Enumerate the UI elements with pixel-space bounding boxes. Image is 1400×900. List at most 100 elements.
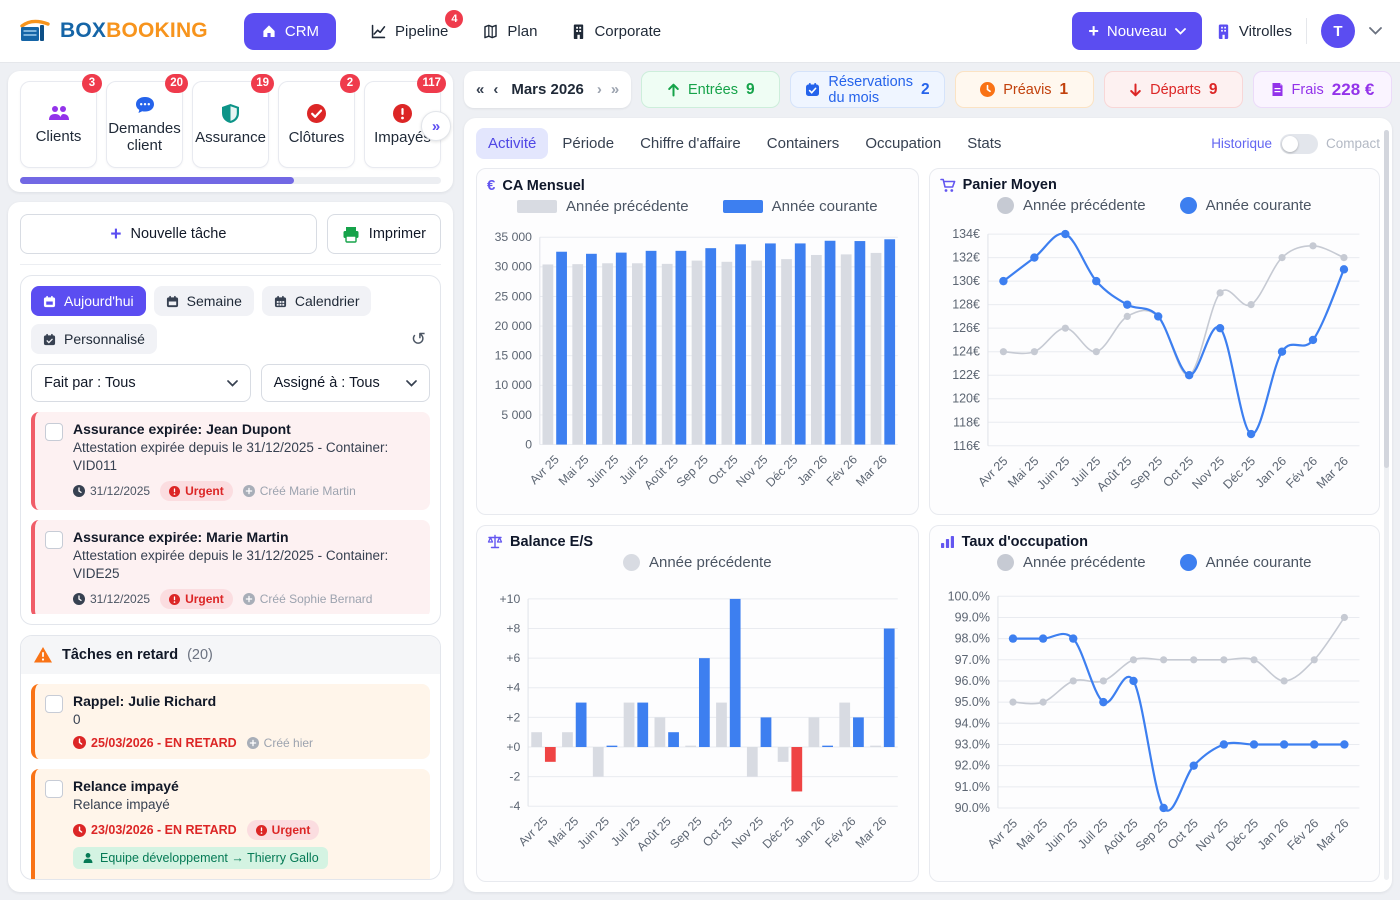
plus-icon: + bbox=[1088, 21, 1099, 42]
history-icon[interactable]: ↺ bbox=[411, 330, 426, 348]
alert-circle-icon bbox=[392, 103, 413, 124]
svg-text:Fév 26: Fév 26 bbox=[1284, 816, 1321, 853]
logo-text-box: BOX bbox=[60, 19, 106, 42]
urgent-task-list: Assurance expirée: Jean Dupont Attestati… bbox=[31, 412, 430, 614]
svg-text:Juin 25: Juin 25 bbox=[584, 452, 622, 490]
task-item[interactable]: Relance impayé Relance impayé 23/03/2026… bbox=[31, 769, 430, 880]
view-tab-aujourdhui[interactable]: Aujourd'hui bbox=[31, 286, 146, 316]
nav-item-crm[interactable]: CRM bbox=[244, 13, 336, 50]
map-icon bbox=[482, 23, 499, 40]
nav-item-corporate[interactable]: Corporate bbox=[571, 23, 661, 40]
nav-item-plan[interactable]: Plan bbox=[482, 23, 537, 40]
assurance-count-badge: 19 bbox=[251, 74, 274, 93]
boxbooking-logo[interactable]: BOXBOOKING bbox=[18, 18, 208, 44]
task-checkbox[interactable] bbox=[45, 531, 63, 549]
legend-swatch bbox=[517, 200, 557, 213]
stat-clients[interactable]: 3 Clients bbox=[20, 81, 97, 168]
print-button[interactable]: Imprimer bbox=[327, 214, 441, 254]
legend-label: Année courante bbox=[1206, 554, 1312, 571]
badge-label: Réservations du mois bbox=[828, 74, 913, 106]
nav-item-pipeline[interactable]: Pipeline 4 bbox=[370, 23, 448, 40]
late-tasks-panel: Tâches en retard (20) Rappel: Julie Rich… bbox=[20, 635, 441, 880]
new-button[interactable]: + Nouveau bbox=[1072, 12, 1202, 50]
task-item[interactable]: Rappel: Julie Richard 0 25/03/2026 - EN … bbox=[31, 684, 430, 759]
tab-occupation[interactable]: Occupation bbox=[853, 128, 953, 159]
tab-periode[interactable]: Période bbox=[550, 128, 626, 159]
tab-activite[interactable]: Activité bbox=[476, 128, 548, 159]
svg-text:Nov 25: Nov 25 bbox=[1193, 816, 1231, 854]
tab-containers[interactable]: Containers bbox=[755, 128, 852, 159]
euro-icon: € bbox=[487, 177, 495, 194]
location-selector[interactable]: Vitrolles bbox=[1216, 23, 1292, 40]
dashboard-tabs: Activité Période Chiffre d'affaire Conta… bbox=[476, 128, 1380, 159]
chart-title: CA Mensuel bbox=[502, 178, 584, 194]
building-icon bbox=[571, 23, 586, 40]
prev-year-button[interactable]: « bbox=[476, 81, 484, 98]
stat-demandes-client[interactable]: 20 Demandes client bbox=[106, 81, 183, 168]
stat-label: Assurance bbox=[195, 130, 266, 147]
stats-scrollbar[interactable] bbox=[20, 177, 441, 184]
tab-chiffre-daffaire[interactable]: Chiffre d'affaire bbox=[628, 128, 753, 159]
late-task-list: Rappel: Julie Richard 0 25/03/2026 - EN … bbox=[21, 674, 440, 880]
task-item[interactable]: Assurance expirée: Jean Dupont Attestati… bbox=[31, 412, 430, 510]
reservations-badge[interactable]: Réservations du mois 2 bbox=[790, 71, 944, 108]
next-year-button[interactable]: » bbox=[611, 81, 619, 98]
check-circle-icon bbox=[306, 103, 327, 124]
account-chevron-down-icon[interactable] bbox=[1369, 27, 1382, 35]
task-checkbox[interactable] bbox=[45, 695, 63, 713]
svg-text:132€: 132€ bbox=[952, 251, 980, 265]
svg-text:Juin 25: Juin 25 bbox=[1042, 816, 1080, 854]
taux-occupation-chart: 90.0%91.0%92.0%93.0%94.0%95.0%96.0%97.0%… bbox=[940, 571, 1369, 877]
preavis-badge[interactable]: Préavis 1 bbox=[955, 71, 1094, 108]
fait-par-select[interactable]: Fait par : Tous bbox=[31, 364, 251, 402]
view-tab-semaine[interactable]: Semaine bbox=[154, 286, 254, 316]
task-created: Créé il y a 3j bbox=[73, 879, 157, 880]
view-tab-label: Aujourd'hui bbox=[64, 293, 134, 309]
svg-text:92.0%: 92.0% bbox=[954, 758, 989, 772]
departs-badge[interactable]: Départs 9 bbox=[1104, 71, 1243, 108]
svg-text:Août 25: Août 25 bbox=[1094, 454, 1134, 494]
svg-text:Fév 26: Fév 26 bbox=[1283, 454, 1320, 491]
svg-text:95.0%: 95.0% bbox=[954, 695, 989, 709]
task-date: 31/12/2025 bbox=[73, 592, 150, 606]
stats-expand-button[interactable]: » bbox=[421, 111, 451, 141]
clients-icon bbox=[46, 103, 72, 123]
stat-clotures[interactable]: 2 Clôtures bbox=[278, 81, 355, 168]
task-filters-panel: Aujourd'hui Semaine Calendrier Personnal… bbox=[20, 275, 441, 625]
calendar-check-icon bbox=[805, 82, 820, 97]
task-checkbox[interactable] bbox=[45, 780, 63, 798]
chat-icon bbox=[134, 95, 156, 115]
task-item[interactable]: Assurance expirée: Marie Martin Attestat… bbox=[31, 520, 430, 614]
task-checkbox[interactable] bbox=[45, 423, 63, 441]
task-title: Assurance expirée: Marie Martin bbox=[73, 529, 420, 545]
svg-text:5 000: 5 000 bbox=[501, 408, 532, 422]
printer-icon bbox=[342, 226, 360, 243]
historique-compact-toggle[interactable] bbox=[1280, 134, 1318, 154]
legend-item: Année précédente bbox=[997, 197, 1146, 214]
panel-scrollbar-thumb[interactable] bbox=[1384, 130, 1389, 468]
legend-swatch bbox=[1180, 197, 1197, 214]
prev-month-button[interactable]: ‹ bbox=[493, 81, 498, 98]
circle-plus-icon bbox=[243, 593, 255, 605]
frais-badge[interactable]: Frais 228 € bbox=[1253, 71, 1392, 108]
tab-stats[interactable]: Stats bbox=[955, 128, 1013, 159]
view-tab-calendrier[interactable]: Calendrier bbox=[262, 286, 372, 316]
chart-legend: Année précédenteAnnée courante bbox=[940, 554, 1369, 571]
svg-text:Avr 25: Avr 25 bbox=[516, 814, 551, 849]
stats-scrollbar-thumb[interactable] bbox=[20, 177, 294, 184]
entrees-badge[interactable]: Entrées 9 bbox=[641, 71, 780, 108]
svg-text:Août 25: Août 25 bbox=[641, 452, 681, 492]
svg-text:Nov 25: Nov 25 bbox=[1189, 454, 1227, 492]
view-tab-personnalise[interactable]: Personnalisé bbox=[31, 324, 157, 354]
avatar[interactable]: T bbox=[1321, 14, 1355, 48]
panel-scrollbar[interactable] bbox=[1384, 130, 1389, 880]
assigne-select[interactable]: Assigné à : Tous bbox=[261, 364, 430, 402]
stat-assurance[interactable]: 19 Assurance bbox=[192, 81, 269, 168]
svg-text:15 000: 15 000 bbox=[495, 349, 533, 363]
balance-es-card: Balance E/S Année précédente -4-2+0+2+4+… bbox=[476, 525, 919, 882]
next-month-button[interactable]: › bbox=[597, 81, 602, 98]
new-task-button[interactable]: + Nouvelle tâche bbox=[20, 214, 317, 254]
arrow-down-icon bbox=[1129, 83, 1142, 97]
svg-text:Mar 26: Mar 26 bbox=[1314, 816, 1351, 853]
badge-label: Départs bbox=[1150, 82, 1201, 98]
